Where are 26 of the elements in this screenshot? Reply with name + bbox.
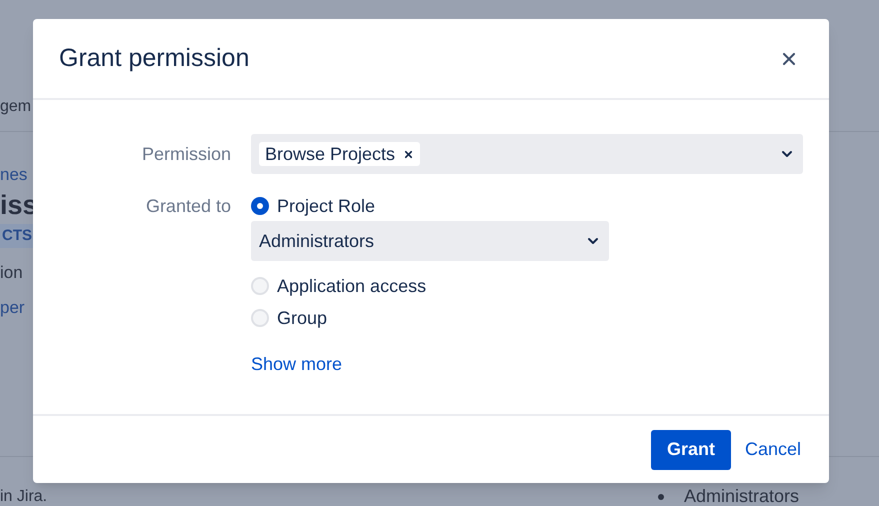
permission-select[interactable]: Browse Projects [251, 134, 803, 174]
grant-button[interactable]: Grant [650, 430, 731, 470]
radio-option[interactable]: Project Role [251, 193, 609, 219]
list-item: Administrators [684, 485, 799, 506]
page-text: ion [0, 262, 23, 284]
radio-button[interactable] [251, 277, 269, 295]
breadcrumb-text: gem [0, 97, 32, 117]
remove-icon[interactable] [403, 148, 414, 160]
footer-text: in Jira. [0, 487, 48, 506]
radio-option[interactable]: Application access [251, 273, 609, 299]
dialog-title: Grant permission [59, 42, 250, 74]
radio-option[interactable]: Group [251, 305, 609, 331]
radio-label: Group [277, 306, 328, 330]
bullet-icon [658, 494, 664, 500]
show-more-link[interactable]: Show more [251, 351, 609, 378]
radio-label: Project Role [277, 194, 376, 218]
role-select[interactable]: Administrators [251, 221, 609, 261]
cancel-button[interactable]: Cancel [744, 430, 801, 470]
radio-label: Application access [277, 274, 426, 298]
select-value: Administrators [259, 230, 374, 252]
tag-label: Browse Projects [265, 142, 396, 166]
field-label: Permission [140, 142, 231, 166]
radio-button[interactable] [251, 197, 269, 215]
field-label: Granted to [144, 195, 231, 218]
radio-button[interactable] [251, 309, 269, 327]
project-tag: CTS [0, 224, 34, 248]
